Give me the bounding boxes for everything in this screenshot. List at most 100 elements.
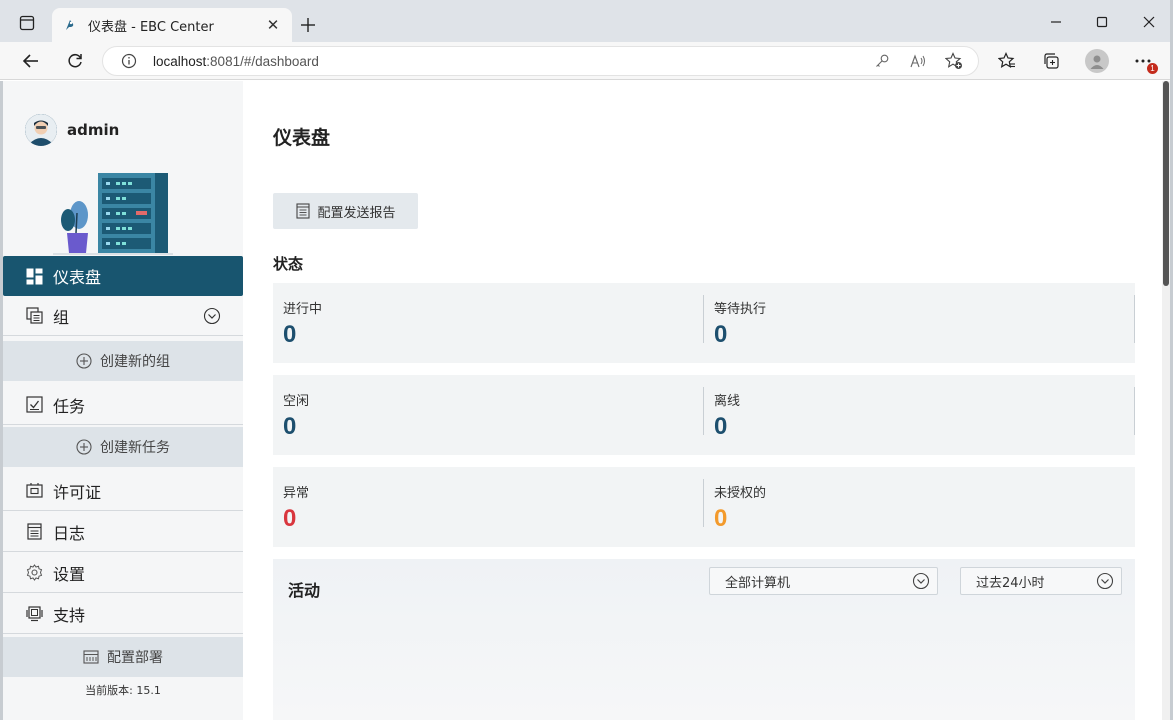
version-text: 当前版本: 15.1	[85, 684, 161, 697]
add-favorite-icon[interactable]	[942, 49, 966, 73]
key-icon[interactable]	[870, 49, 894, 73]
tab-actions-icon[interactable]	[14, 12, 40, 34]
chevron-down-icon	[1096, 572, 1114, 590]
minimize-icon[interactable]	[1044, 10, 1068, 34]
chevron-down-icon[interactable]	[203, 307, 221, 325]
stat-value: 0	[714, 505, 728, 532]
configure-report-label: 配置发送报告	[317, 205, 396, 221]
sidebar-item-label: 许可证	[53, 482, 102, 502]
activity-title: 活动	[288, 581, 321, 600]
stat-idle[interactable]: 空闲 0	[273, 375, 704, 455]
stat-label: 空闲	[283, 394, 310, 409]
sidebar-item-support[interactable]: 支持	[3, 594, 243, 634]
back-icon[interactable]	[18, 48, 44, 74]
stat-value: 0	[283, 321, 297, 348]
new-tab-icon[interactable]	[296, 13, 320, 37]
sidebar-item-tasks[interactable]: 任务	[3, 385, 243, 425]
tab-title: 仪表盘 - EBC Center	[88, 19, 214, 35]
stat-pending[interactable]: 等待执行 0	[704, 283, 1135, 363]
site-info-icon[interactable]	[119, 53, 139, 69]
app-root: admin 仪表盘 组 创建新的组 任务 创建新任务 许可证 日志 设置 支持 …	[3, 81, 1168, 720]
time-filter-select[interactable]: 过去24小时	[960, 567, 1122, 595]
create-group-button[interactable]: 创建新的组	[3, 341, 243, 381]
stat-label: 异常	[283, 486, 310, 501]
main-content: 仪表盘 配置发送报告 状态 进行中 0 等待执行 0 空闲 0 离线 0 异常 …	[243, 81, 1168, 720]
plus-circle-icon	[76, 353, 92, 369]
tab-close-icon[interactable]: ✕	[264, 16, 282, 34]
chevron-down-icon	[912, 572, 930, 590]
stat-error[interactable]: 异常 0	[273, 467, 704, 547]
page-title: 仪表盘	[273, 127, 331, 149]
sidebar-item-dashboard[interactable]: 仪表盘	[3, 256, 243, 296]
deploy-config-button[interactable]: 配置部署	[3, 637, 243, 677]
support-icon	[25, 605, 43, 623]
log-icon	[25, 523, 43, 541]
stat-value: 0	[283, 505, 297, 532]
sidebar-item-label: 日志	[53, 523, 86, 543]
stat-unauthorized[interactable]: 未授权的 0	[704, 467, 1135, 547]
plus-circle-icon	[76, 439, 92, 455]
stat-label: 未授权的	[714, 486, 767, 501]
group-icon	[25, 307, 43, 325]
collections-icon[interactable]	[1038, 48, 1064, 74]
maximize-icon[interactable]	[1090, 10, 1114, 34]
favicon-icon	[62, 17, 78, 33]
stat-divider	[1134, 387, 1135, 435]
sidebar-item-license[interactable]: 许可证	[3, 471, 243, 511]
server-illustration	[53, 171, 173, 255]
license-icon	[25, 482, 43, 500]
computer-filter-select[interactable]: 全部计算机	[709, 567, 938, 595]
browser-toolbar: localhost:8081/#/dashboard 1	[0, 42, 1173, 80]
status-section-title: 状态	[273, 255, 304, 273]
notification-badge: 1	[1147, 63, 1158, 74]
stat-running[interactable]: 进行中 0	[273, 283, 704, 363]
create-task-button[interactable]: 创建新任务	[3, 427, 243, 467]
vertical-scrollbar[interactable]	[1162, 81, 1170, 720]
browser-tab[interactable]: 仪表盘 - EBC Center ✕	[52, 8, 292, 42]
report-icon	[295, 203, 311, 219]
sidebar-item-label: 组	[53, 307, 70, 327]
sidebar: admin 仪表盘 组 创建新的组 任务 创建新任务 许可证 日志 设置 支持 …	[3, 81, 243, 720]
read-aloud-icon[interactable]	[906, 49, 930, 73]
sidebar-item-label: 设置	[53, 564, 86, 584]
stat-value: 0	[714, 413, 728, 440]
gear-icon	[25, 564, 43, 582]
refresh-icon[interactable]	[62, 48, 88, 74]
sidebar-item-label: 支持	[53, 605, 86, 625]
user-profile[interactable]: admin	[25, 114, 119, 146]
configure-report-button[interactable]: 配置发送报告	[273, 193, 418, 229]
more-options-icon[interactable]: 1	[1130, 48, 1158, 74]
time-filter-value: 过去24小时	[976, 575, 1045, 591]
stat-value: 0	[283, 413, 297, 440]
deploy-icon	[83, 649, 99, 665]
browser-titlebar: 仪表盘 - EBC Center ✕	[0, 0, 1173, 42]
stat-label: 离线	[714, 394, 741, 409]
stat-offline[interactable]: 离线 0	[704, 375, 1135, 455]
sidebar-item-settings[interactable]: 设置	[3, 553, 243, 593]
activity-panel: 活动 全部计算机 过去24小时	[273, 559, 1135, 720]
sidebar-item-groups[interactable]: 组	[3, 296, 243, 336]
username: admin	[67, 121, 120, 139]
sidebar-item-label: 仪表盘	[53, 268, 102, 287]
create-group-label: 创建新的组	[100, 354, 170, 370]
close-window-icon[interactable]	[1137, 10, 1161, 34]
avatar	[25, 114, 57, 146]
profile-icon[interactable]	[1084, 48, 1110, 74]
stat-label: 等待执行	[714, 302, 767, 317]
stat-divider	[1134, 295, 1135, 343]
status-row: 进行中 0 等待执行 0	[273, 283, 1135, 363]
computer-filter-value: 全部计算机	[725, 575, 791, 591]
create-task-label: 创建新任务	[100, 440, 170, 456]
stat-label: 进行中	[283, 302, 323, 317]
status-row: 空闲 0 离线 0	[273, 375, 1135, 455]
sidebar-item-logs[interactable]: 日志	[3, 512, 243, 552]
stat-value: 0	[714, 321, 728, 348]
sidebar-item-label: 任务	[53, 396, 86, 416]
address-bar[interactable]: localhost:8081/#/dashboard	[102, 46, 979, 76]
url-text[interactable]: localhost:8081/#/dashboard	[153, 54, 870, 69]
scrollbar-thumb[interactable]	[1163, 81, 1169, 286]
favorites-icon[interactable]	[994, 48, 1020, 74]
task-icon	[25, 396, 43, 414]
status-row: 异常 0 未授权的 0	[273, 467, 1135, 547]
dashboard-icon	[25, 267, 43, 285]
